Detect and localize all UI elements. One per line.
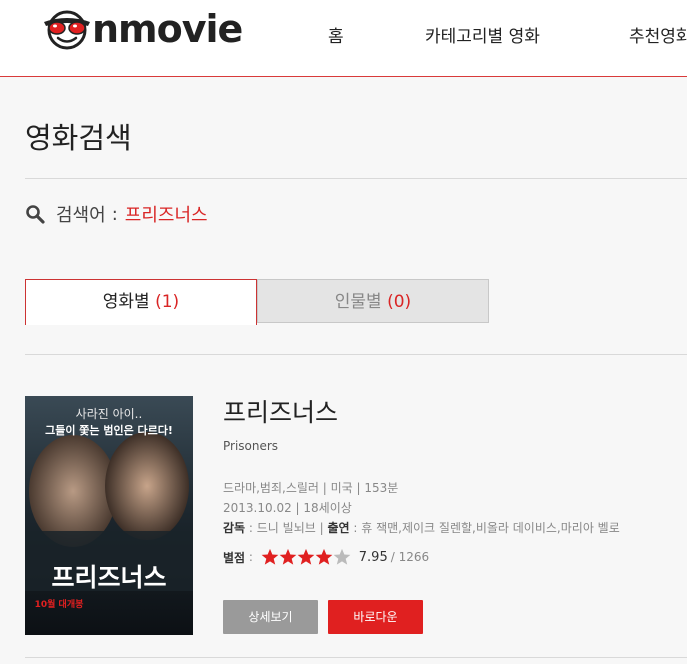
rating-label: 별점 — [223, 550, 246, 565]
tab-people-count: (0) — [387, 292, 412, 312]
star-filled-icon — [315, 548, 333, 565]
tab-people[interactable]: 인물별 (0) — [257, 279, 489, 323]
tab-movies-count: (1) — [155, 292, 180, 312]
download-button[interactable]: 바로다운 — [328, 600, 423, 634]
rating-score: 7.95 — [358, 549, 388, 565]
search-separator: : — [111, 203, 118, 225]
nav-recommended-movies[interactable]: 추천영화 — [629, 22, 687, 47]
movie-rating: 별점 : 7.95 / 1266 — [223, 548, 429, 566]
rating-stars — [261, 548, 351, 566]
divider — [25, 178, 687, 179]
movie-credits: 감독 : 드니 빌뇌브 | 출연 : 휴 잭맨,제이크 질렌할,비올라 데이비스… — [223, 519, 620, 536]
movie-original-title: Prisoners — [223, 439, 279, 453]
tab-people-label: 인물별 — [334, 292, 382, 312]
divider — [25, 354, 687, 355]
rating-separator: : — [245, 550, 257, 564]
movie-title[interactable]: 프리즈너스 — [223, 393, 338, 429]
star-filled-icon — [279, 548, 297, 565]
poster-tagline-1: 사라진 아이.. — [76, 407, 143, 421]
divider — [25, 657, 687, 658]
movie-release-info: 2013.10.02 | 18세이상 — [223, 501, 352, 515]
tab-movies-label: 영화별 — [102, 292, 150, 312]
page-title: 영화검색 — [25, 121, 132, 155]
cast-value: : 휴 잭맨,제이크 질렌할,비올라 데이비스,마리아 벨로 — [349, 521, 620, 535]
details-button[interactable]: 상세보기 — [223, 600, 318, 634]
director-value: : 드니 빌뇌브 | — [245, 521, 328, 535]
poster-tagline-2: 그들이 쫓는 범인은 다르다! — [45, 423, 173, 437]
tab-movies[interactable]: 영화별 (1) — [25, 279, 257, 325]
search-label: 검색어 — [56, 205, 106, 226]
poster-title: 프리즈너스 — [51, 563, 166, 592]
rating-votes: / 1266 — [390, 550, 430, 564]
movie-genre-info: 드라마,범죄,스릴러 | 미국 | 153분 — [223, 481, 399, 495]
search-icon — [26, 205, 45, 224]
site-header: nmovie 홈 카테고리별 영화 추천영화 — [0, 0, 687, 77]
result-tabs: 영화별 (1) 인물별 (0) — [25, 279, 687, 325]
main-content: 영화검색 검색어 : 프리즈너스 영화별 (1) 인물별 (0) 사라진 아이.… — [0, 77, 687, 664]
director-label: 감독 — [223, 521, 246, 535]
poster-date: 10월 대개봉 — [35, 598, 84, 610]
main-nav: 홈 카테고리별 영화 추천영화 — [0, 22, 687, 48]
search-summary: 검색어 : 프리즈너스 — [25, 203, 208, 226]
nav-category-movies[interactable]: 카테고리별 영화 — [425, 22, 540, 47]
search-term: 프리즈너스 — [124, 205, 208, 226]
star-filled-icon — [297, 548, 315, 565]
nav-home[interactable]: 홈 — [328, 22, 344, 47]
movie-poster[interactable]: 사라진 아이.. 그들이 쫓는 범인은 다르다! 프리즈너스 10월 대개봉 — [25, 396, 193, 635]
star-empty-icon — [333, 548, 351, 565]
cast-label: 출연 — [327, 521, 350, 535]
star-filled-icon — [261, 548, 279, 565]
